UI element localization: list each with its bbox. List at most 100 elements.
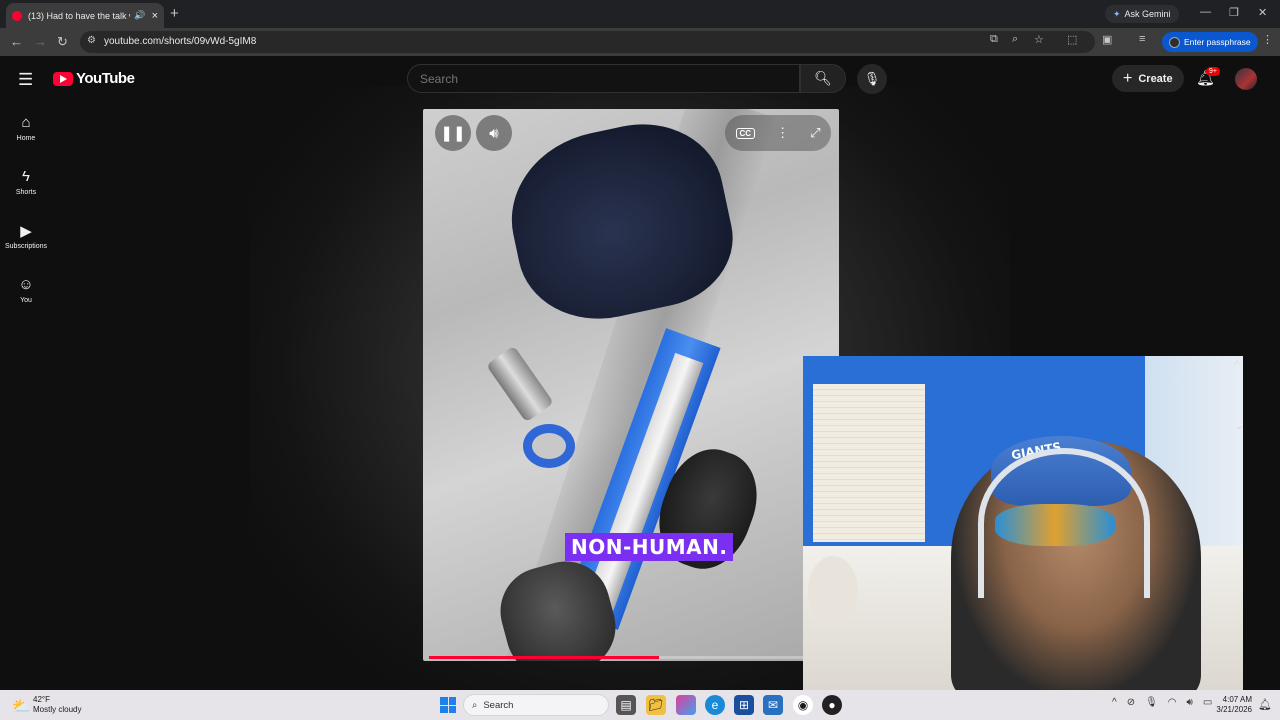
taskbar-search[interactable]: ⌕ Search	[463, 694, 609, 716]
restore-button[interactable]: ❐	[1229, 6, 1239, 19]
home-icon: ⌂	[21, 114, 31, 131]
copilot-icon[interactable]	[676, 695, 696, 715]
fullscreen-icon[interactable]: ⤢	[810, 125, 820, 141]
profile-avatar-icon	[1169, 36, 1180, 48]
sidebar-item-shorts[interactable]: ϟ Shorts	[0, 168, 52, 196]
video-caption-text: NON-HUMAN.	[565, 533, 734, 561]
player-top-controls: CC ⋮ ⤢	[725, 115, 831, 151]
youtube-page: ☰ YouTube 🔍︎ 🎙︎ + Create 🔔︎ 9+ ⌂ Home ϟ …	[0, 56, 1280, 690]
store-icon[interactable]: ⊞	[734, 695, 754, 715]
webcam-overlay: GIANTS	[803, 356, 1243, 690]
wifi-icon[interactable]: ◠	[1168, 697, 1177, 708]
mail-icon[interactable]: ✉	[763, 695, 783, 715]
install-app-icon[interactable]: ⧉	[990, 33, 998, 46]
sidebar-item-home[interactable]: ⌂ Home	[0, 114, 52, 142]
url-text: youtube.com/shorts/09vWd-5gIM8	[104, 36, 257, 47]
ask-gemini-label: Ask Gemini	[1124, 9, 1171, 19]
closed-captions-button[interactable]: CC	[735, 127, 756, 139]
microphone-icon: 🎙︎	[863, 71, 881, 86]
account-avatar[interactable]	[1235, 68, 1257, 90]
volume-icon: 🔊︎	[489, 124, 499, 142]
extensions-icon[interactable]: ⬚	[1067, 33, 1077, 46]
address-bar[interactable]: ⚙ youtube.com/shorts/09vWd-5gIM8	[80, 31, 1095, 53]
reload-icon[interactable]: ↻	[57, 34, 68, 50]
minimize-button[interactable]: —	[1200, 6, 1211, 18]
create-label: Create	[1138, 72, 1173, 85]
search-icon: 🔍︎	[814, 70, 832, 86]
zoom-icon[interactable]: ⌕	[1012, 33, 1018, 46]
windows-taskbar: ⛅ 42°F Mostly cloudy ⌕ Search ▤ 📁︎ e ⊞ ✉…	[0, 690, 1280, 720]
bookmark-star-icon[interactable]: ☆	[1034, 33, 1044, 46]
webcam-fan	[808, 556, 858, 626]
search-box[interactable]	[407, 64, 800, 93]
video-progress-bar[interactable]	[429, 656, 833, 659]
more-options-icon[interactable]: ⋮	[776, 125, 789, 141]
youtube-logo[interactable]: YouTube	[53, 70, 135, 87]
file-explorer-icon[interactable]: 📁︎	[646, 695, 666, 715]
task-view-icon[interactable]: ▤	[616, 695, 636, 715]
shorts-video-player[interactable]: NON-HUMAN. ❚❚ 🔊︎ CC ⋮ ⤢	[423, 109, 839, 661]
previous-short-arrow-icon[interactable]: ^	[1234, 358, 1240, 372]
close-window-button[interactable]: ✕	[1258, 6, 1267, 19]
clock-date: 3/21/2026	[1216, 705, 1252, 714]
sidebar-label-shorts: Shorts	[15, 189, 37, 196]
next-short-arrow-icon[interactable]: ⌄	[1234, 418, 1244, 432]
create-button[interactable]: + Create	[1112, 65, 1184, 92]
system-clock[interactable]: 4:07 AM 3/21/2026	[1208, 695, 1252, 715]
gemini-sparkle-icon: ✦	[1113, 8, 1121, 19]
weather-widget[interactable]: 42°F Mostly cloudy	[33, 695, 81, 715]
edge-icon[interactable]: e	[705, 695, 725, 715]
ask-gemini-button[interactable]: ✦ Ask Gemini	[1105, 5, 1179, 23]
volume-tray-icon[interactable]: 🔊︎	[1187, 697, 1193, 708]
sidebar-item-subscriptions[interactable]: ▶ Subscriptions	[0, 222, 52, 250]
notification-count-badge: 9+	[1206, 67, 1220, 76]
pause-button[interactable]: ❚❚	[435, 115, 471, 151]
new-tab-button[interactable]: +	[170, 5, 179, 22]
sidebar-label-you: You	[20, 297, 32, 304]
webcam-window-blinds	[813, 384, 925, 542]
system-tray: ^ ⊘ 🎙︎ ◠ 🔊︎ ▭	[1112, 697, 1212, 708]
plus-icon: +	[1123, 69, 1133, 87]
media-controls-icon[interactable]: ≡	[1139, 33, 1145, 45]
search-input[interactable]	[408, 65, 799, 92]
start-button[interactable]	[440, 697, 456, 713]
youtube-wordmark: YouTube	[76, 70, 135, 87]
browser-menu-icon[interactable]: ⋮	[1262, 33, 1273, 46]
sidebar-item-you[interactable]: ☺ You	[0, 276, 52, 304]
tab-title: (13) Had to have the talk w	[28, 10, 131, 21]
notification-center-icon[interactable]: 🔔︎	[1258, 698, 1272, 711]
video-frame-tape-roll	[523, 424, 575, 468]
youtube-play-icon	[53, 71, 73, 86]
tab-strip: (13) Had to have the talk w 🔊 × + ✦ Ask …	[0, 0, 1280, 28]
webcam-sunglasses	[995, 504, 1115, 546]
site-info-icon[interactable]: ⚙	[87, 35, 96, 46]
voice-search-button[interactable]: 🎙︎	[857, 64, 887, 94]
video-progress-fill	[429, 656, 660, 659]
guide-menu-icon[interactable]: ☰	[18, 70, 33, 90]
taskbar-search-icon: ⌕	[472, 699, 478, 711]
obs-icon[interactable]: ●	[822, 695, 842, 715]
volume-button[interactable]: 🔊︎	[476, 115, 512, 151]
forward-arrow-icon[interactable]: →	[34, 34, 47, 49]
taskbar-search-label: Search	[483, 699, 514, 711]
enter-passphrase-button[interactable]: Enter passphrase	[1162, 32, 1258, 52]
weather-cloud-icon[interactable]: ⛅	[12, 697, 31, 715]
sidebar-label-home: Home	[16, 135, 36, 142]
passphrase-label: Enter passphrase	[1184, 37, 1251, 47]
tab-search-icon[interactable]: ▣	[1102, 33, 1112, 46]
tray-overflow-chevron-icon[interactable]: ^	[1112, 697, 1117, 708]
subscriptions-icon: ▶	[20, 223, 32, 240]
tab-audio-icon[interactable]: 🔊	[134, 10, 145, 21]
search-button[interactable]: 🔍︎	[800, 64, 846, 93]
you-icon: ☺	[18, 276, 34, 293]
browser-tab-active[interactable]: (13) Had to have the talk w 🔊 ×	[6, 3, 164, 28]
weather-desc: Mostly cloudy	[33, 705, 82, 714]
tray-mic-icon[interactable]: 🎙︎	[1145, 697, 1158, 708]
tab-close-icon[interactable]: ×	[152, 10, 158, 22]
back-arrow-icon[interactable]: ←	[10, 34, 23, 49]
youtube-favicon-icon	[12, 10, 22, 21]
chrome-icon[interactable]: ◉	[793, 695, 813, 715]
tray-app-icon[interactable]: ⊘	[1127, 697, 1135, 708]
pause-icon: ❚❚	[440, 125, 466, 142]
shorts-icon: ϟ	[22, 168, 30, 185]
